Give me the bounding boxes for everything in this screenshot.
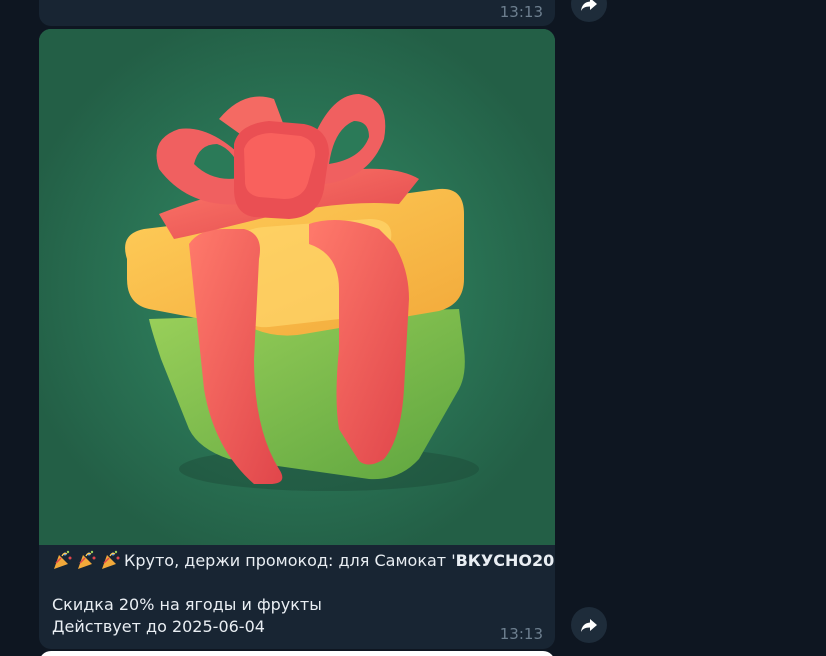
caption-prefix: Круто, держи промокод: для Самокат ': [124, 551, 456, 570]
caption-suffix: ': [554, 551, 555, 570]
caption-line-promo: Круто, держи промокод: для Самокат 'ВКУС…: [52, 550, 555, 572]
share-arrow-icon: [581, 0, 597, 11]
message-caption: Круто, держи промокод: для Самокат 'ВКУС…: [52, 550, 555, 638]
party-popper-icon: [102, 550, 120, 569]
share-arrow-icon: [581, 619, 597, 632]
chat-area: 13:13 Круто, держи промокод: для Самокат…: [0, 0, 826, 656]
party-popper-icon: [78, 550, 96, 569]
message-time: 13:13: [499, 3, 543, 21]
caption-discount: Скидка 20% на ягоды и фрукты: [52, 595, 322, 614]
message-bubble-promo[interactable]: Круто, держи промокод: для Самокат 'ВКУС…: [39, 29, 555, 649]
message-bubble-previous[interactable]: 13:13: [39, 0, 555, 26]
promo-code[interactable]: ВКУСНО20: [456, 551, 555, 570]
caption-expiry: Действует до 2025-06-04: [52, 617, 265, 636]
gift-box-illustration: [39, 29, 555, 545]
gift-image[interactable]: [39, 29, 555, 545]
forward-button[interactable]: [571, 0, 607, 22]
party-popper-icon: [54, 550, 72, 569]
forward-button[interactable]: [571, 607, 607, 643]
message-bubble-next[interactable]: [39, 651, 555, 656]
message-time: 13:13: [499, 625, 543, 643]
